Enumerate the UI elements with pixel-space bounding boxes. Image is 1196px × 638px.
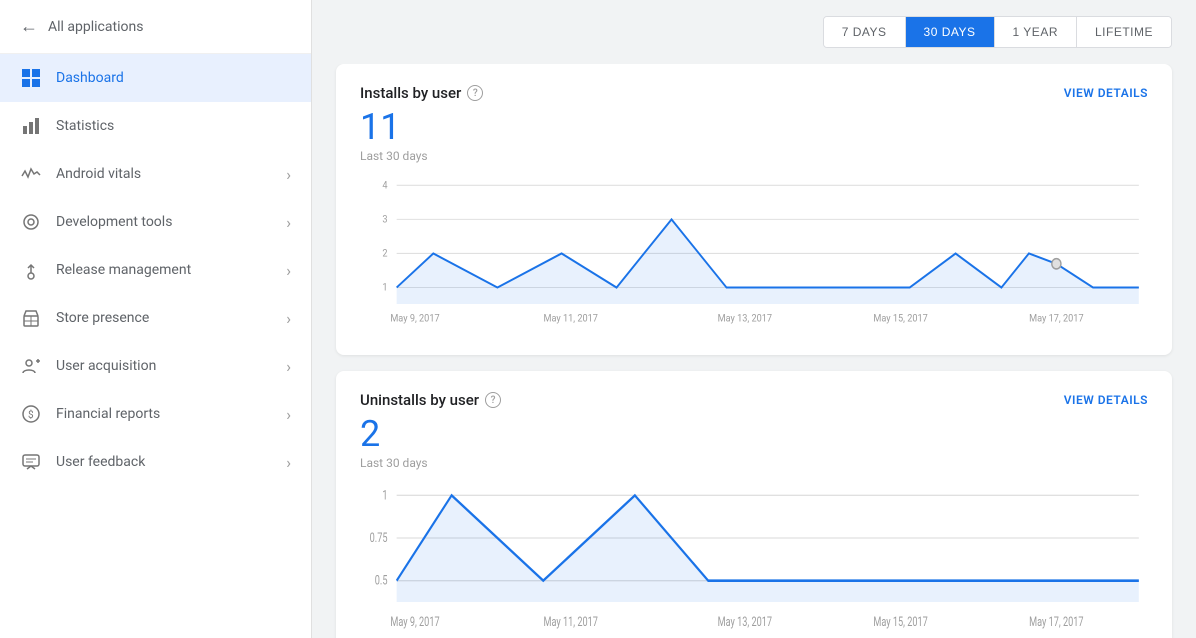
dashboard-content: Installs by user ? VIEW DETAILS 11 Last … <box>312 64 1196 638</box>
svg-text:2: 2 <box>382 248 388 260</box>
sidebar: ← All applications Dashboard <box>0 0 312 638</box>
statistics-icon <box>20 116 42 136</box>
sidebar-item-label-release-management: Release management <box>56 262 286 278</box>
svg-text:May 9, 2017: May 9, 2017 <box>390 313 440 325</box>
android-vitals-icon <box>20 164 42 184</box>
svg-text:1: 1 <box>382 282 387 294</box>
sidebar-item-user-acquisition[interactable]: User acquisition › <box>0 342 311 390</box>
sidebar-item-user-feedback[interactable]: User feedback › <box>0 438 311 486</box>
sidebar-item-dashboard[interactable]: Dashboard <box>0 54 311 102</box>
uninstalls-help-icon[interactable]: ? <box>485 392 501 408</box>
installs-card: Installs by user ? VIEW DETAILS 11 Last … <box>336 64 1172 355</box>
chevron-user-acquisition-icon: › <box>286 357 291 376</box>
sidebar-item-release-management[interactable]: Release management › <box>0 246 311 294</box>
sidebar-item-label-dashboard: Dashboard <box>56 70 291 86</box>
uninstalls-card-title: Uninstalls by user ? <box>360 391 501 409</box>
release-management-icon <box>20 260 42 280</box>
sidebar-item-label-store-presence: Store presence <box>56 310 286 326</box>
sidebar-item-statistics[interactable]: Statistics <box>0 102 311 150</box>
sidebar-item-label-user-acquisition: User acquisition <box>56 358 286 374</box>
svg-text:May 11, 2017: May 11, 2017 <box>544 313 599 325</box>
chevron-user-feedback-icon: › <box>286 453 291 472</box>
sidebar-item-android-vitals[interactable]: Android vitals › <box>0 150 311 198</box>
svg-text:May 17, 2017: May 17, 2017 <box>1029 313 1084 325</box>
installs-period-label: Last 30 days <box>360 149 1148 163</box>
dashboard-icon <box>20 68 42 88</box>
time-range-selector: 7 DAYS 30 DAYS 1 YEAR LIFETIME <box>823 16 1172 48</box>
installs-chart: 4 3 2 1 May 9, 2017 May 11, 2017 May 13,… <box>360 175 1148 335</box>
chevron-release-management-icon: › <box>286 261 291 280</box>
chevron-store-presence-icon: › <box>286 309 291 328</box>
time-btn-lifetime[interactable]: LIFETIME <box>1077 17 1171 47</box>
installs-chart-svg: 4 3 2 1 May 9, 2017 May 11, 2017 May 13,… <box>360 175 1148 335</box>
svg-text:May 11, 2017: May 11, 2017 <box>544 614 598 630</box>
svg-text:May 17, 2017: May 17, 2017 <box>1029 614 1083 630</box>
sidebar-item-label-user-feedback: User feedback <box>56 454 286 470</box>
store-presence-icon <box>20 308 42 328</box>
installs-help-icon[interactable]: ? <box>467 85 483 101</box>
chevron-financial-reports-icon: › <box>286 405 291 424</box>
installs-card-header: Installs by user ? VIEW DETAILS <box>360 84 1148 102</box>
svg-text:0.75: 0.75 <box>370 530 388 546</box>
sidebar-item-development-tools[interactable]: Development tools › <box>0 198 311 246</box>
back-label: All applications <box>48 19 143 35</box>
time-btn-7days[interactable]: 7 DAYS <box>824 17 906 47</box>
sidebar-item-label-android-vitals: Android vitals <box>56 166 286 182</box>
svg-text:May 15, 2017: May 15, 2017 <box>873 313 928 325</box>
uninstalls-card-header: Uninstalls by user ? VIEW DETAILS <box>360 391 1148 409</box>
sidebar-item-label-financial-reports: Financial reports <box>56 406 286 422</box>
svg-text:0.5: 0.5 <box>375 572 388 588</box>
back-arrow-icon: ← <box>20 16 38 37</box>
installs-title-text: Installs by user <box>360 84 461 102</box>
svg-text:May 9, 2017: May 9, 2017 <box>390 614 439 630</box>
uninstalls-view-details[interactable]: VIEW DETAILS <box>1064 393 1148 407</box>
uninstalls-card: Uninstalls by user ? VIEW DETAILS 2 Last… <box>336 371 1172 638</box>
financial-reports-icon: $ <box>20 404 42 424</box>
installs-view-details[interactable]: VIEW DETAILS <box>1064 86 1148 100</box>
user-acquisition-icon <box>20 356 42 376</box>
uninstalls-chart-svg: 1 0.75 0.5 May 9, 2017 May 11, 2017 May … <box>360 482 1148 638</box>
uninstalls-period-label: Last 30 days <box>360 456 1148 470</box>
svg-text:May 13, 2017: May 13, 2017 <box>718 614 772 630</box>
sidebar-item-store-presence[interactable]: Store presence › <box>0 294 311 342</box>
svg-text:$: $ <box>28 408 34 421</box>
uninstalls-metric-value: 2 <box>360 413 1148 456</box>
installs-metric-value: 11 <box>360 106 1148 149</box>
top-bar: 7 DAYS 30 DAYS 1 YEAR LIFETIME <box>312 0 1196 64</box>
sidebar-item-financial-reports[interactable]: $ Financial reports › <box>0 390 311 438</box>
sidebar-item-label-statistics: Statistics <box>56 118 291 134</box>
development-tools-icon <box>20 212 42 232</box>
time-btn-1year[interactable]: 1 YEAR <box>995 17 1077 47</box>
svg-text:May 15, 2017: May 15, 2017 <box>873 614 927 630</box>
sidebar-item-label-development-tools: Development tools <box>56 214 286 230</box>
user-feedback-icon <box>20 452 42 472</box>
uninstalls-chart: 1 0.75 0.5 May 9, 2017 May 11, 2017 May … <box>360 482 1148 638</box>
uninstalls-title-text: Uninstalls by user <box>360 391 479 409</box>
svg-text:3: 3 <box>382 214 387 226</box>
installs-card-title: Installs by user ? <box>360 84 483 102</box>
svg-text:May 13, 2017: May 13, 2017 <box>718 313 773 325</box>
back-button[interactable]: ← All applications <box>0 0 311 54</box>
chevron-android-vitals-icon: › <box>286 165 291 184</box>
sidebar-nav: Dashboard Statistics Android vitals › <box>0 54 311 638</box>
chevron-development-tools-icon: › <box>286 213 291 232</box>
time-btn-30days[interactable]: 30 DAYS <box>906 17 995 47</box>
svg-text:1: 1 <box>382 487 387 503</box>
svg-text:4: 4 <box>382 180 388 192</box>
main-content: 7 DAYS 30 DAYS 1 YEAR LIFETIME Installs … <box>312 0 1196 638</box>
